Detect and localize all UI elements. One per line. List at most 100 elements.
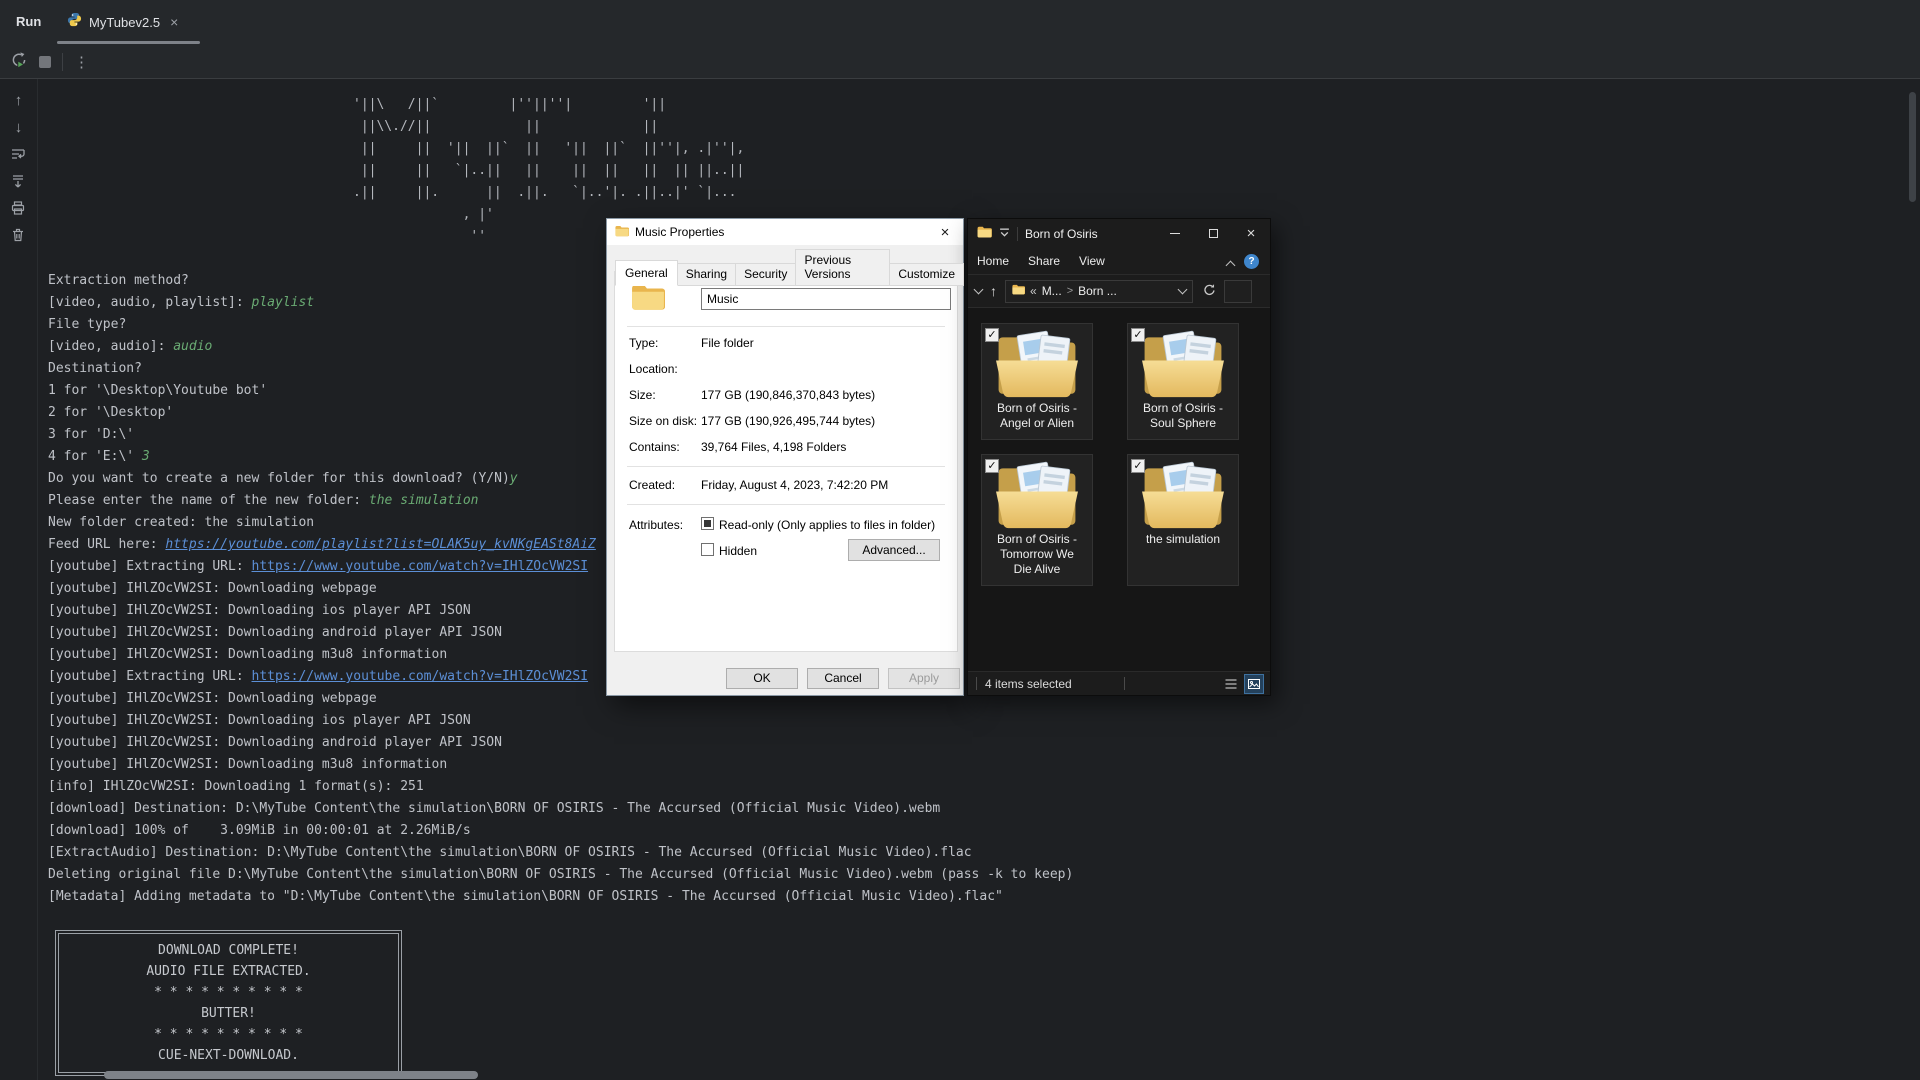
- ribbon-tabs: Home Share View: [977, 254, 1124, 268]
- breadcrumb-root[interactable]: M...: [1042, 284, 1062, 298]
- address-dropdown-icon[interactable]: [1178, 285, 1188, 295]
- dialog-tabs: GeneralSharingSecurityPrevious VersionsC…: [615, 249, 963, 286]
- refresh-icon[interactable]: [1201, 282, 1216, 300]
- console-line: [download] Destination: D:\MyTube Conten…: [48, 798, 1073, 820]
- separator: [627, 466, 945, 467]
- folder-icon: [977, 226, 992, 241]
- ribbon-tab-home[interactable]: Home: [977, 254, 1009, 268]
- property-row: Size:177 GB (190,846,370,843 bytes): [629, 388, 949, 404]
- folder-label: the simulation: [1128, 532, 1238, 547]
- stop-icon[interactable]: [39, 56, 51, 68]
- console-line: [youtube] IHlZOcVW2SI: Downloading m3u8 …: [48, 754, 1073, 776]
- created-label: Created:: [629, 478, 675, 492]
- print-icon[interactable]: [10, 200, 27, 217]
- console-link[interactable]: https://youtube.com/playlist?list=OLAK5u…: [165, 537, 595, 552]
- titlebar-separator: [1017, 227, 1018, 241]
- property-row: Size on disk:177 GB (190,926,495,744 byt…: [629, 414, 949, 430]
- tab-security[interactable]: Security: [735, 263, 796, 286]
- folder-tile[interactable]: ✓Born of Osiris -Tomorrow WeDie Alive: [981, 454, 1093, 586]
- rerun-icon[interactable]: [10, 51, 28, 74]
- advanced-button[interactable]: Advanced...: [848, 539, 940, 561]
- folder-label: Born of Osiris -Soul Sphere: [1128, 401, 1238, 431]
- folder-name-input[interactable]: [701, 288, 951, 310]
- created-value: Friday, August 4, 2023, 7:42:20 PM: [701, 478, 888, 492]
- item-checkbox[interactable]: ✓: [1131, 459, 1145, 473]
- run-tool-window-tab[interactable]: Run: [16, 0, 41, 44]
- console-link[interactable]: https://www.youtube.com/watch?v=IHlZOcVW…: [252, 559, 589, 574]
- ascii-box: DOWNLOAD COMPLETE!AUDIO FILE EXTRACTED.*…: [55, 930, 402, 1076]
- folder-icon: [1012, 284, 1025, 298]
- ribbon-tab-share[interactable]: Share: [1028, 254, 1060, 268]
- horizontal-scrollbar-thumb[interactable]: [104, 1071, 478, 1079]
- attributes-label: Attributes:: [629, 518, 683, 532]
- folder-grid: ✓Born of Osiris -Angel or Alien✓Born of …: [981, 323, 1243, 586]
- ribbon-tab-view[interactable]: View: [1079, 254, 1105, 268]
- item-checkbox[interactable]: ✓: [985, 459, 999, 473]
- console-left-toolbar: ↑ ↓: [0, 79, 38, 1080]
- close-icon[interactable]: ×: [927, 219, 963, 245]
- property-row: Created: Friday, August 4, 2023, 7:42:20…: [629, 478, 949, 494]
- large-icons-view-icon[interactable]: [1244, 674, 1264, 694]
- status-text: 4 items selected: [985, 677, 1072, 691]
- status-separator: [976, 677, 977, 690]
- python-icon: [67, 12, 82, 32]
- cancel-button[interactable]: Cancel: [807, 668, 879, 689]
- address-b ar: ↑ « M... > Born ...: [968, 275, 1270, 308]
- scroll-to-end-icon[interactable]: [10, 173, 27, 190]
- console-line: [download] 100% of 3.09MiB in 00:00:01 a…: [48, 820, 1073, 842]
- explorer-window: Born of Osiris × Home Share View ? ↑ « M..…: [967, 218, 1271, 696]
- dialog-title-bar: Music Properties: [607, 219, 963, 245]
- tab-customize[interactable]: Customize: [889, 263, 964, 286]
- property-row: Contains:39,764 Files, 4,198 Folders: [629, 440, 949, 456]
- close-tab-icon[interactable]: ×: [170, 14, 178, 30]
- status-separator: [1124, 677, 1125, 690]
- console-line: [youtube] IHlZOcVW2SI: Downloading andro…: [48, 732, 1073, 754]
- property-row: Location:: [629, 362, 949, 378]
- ok-button[interactable]: OK: [726, 668, 798, 689]
- tab-previous-versions[interactable]: Previous Versions: [795, 249, 890, 286]
- readonly-checkbox[interactable]: [701, 517, 714, 530]
- console-line: [Metadata] Adding metadata to "D:\MyTube…: [48, 886, 1073, 908]
- console-tab[interactable]: MyTubev2.5 ×: [57, 0, 188, 44]
- hidden-checkbox[interactable]: [701, 543, 714, 556]
- address-box[interactable]: « M... > Born ...: [1005, 280, 1193, 303]
- search-input[interactable]: [1224, 280, 1252, 303]
- minimize-button[interactable]: [1156, 219, 1194, 248]
- item-checkbox[interactable]: ✓: [985, 328, 999, 342]
- tab-general[interactable]: General: [615, 260, 678, 286]
- status-bar: 4 items selected: [968, 671, 1270, 695]
- breadcrumb-separator: >: [1067, 285, 1073, 297]
- details-view-icon[interactable]: [1221, 674, 1241, 694]
- close-button[interactable]: ×: [1232, 219, 1270, 248]
- vertical-scrollbar-thumb[interactable]: [1909, 92, 1916, 202]
- recent-locations-icon[interactable]: [974, 285, 984, 295]
- console-tab-label: MyTubev2.5: [89, 15, 160, 30]
- folder-tile[interactable]: ✓ Born of Osiris -Soul Sphere: [1127, 323, 1239, 440]
- collapse-ribbon-icon[interactable]: [1226, 261, 1236, 271]
- folder-tile[interactable]: ✓ the simulation: [1127, 454, 1239, 586]
- console-line: [youtube] IHlZOcVW2SI: Downloading ios p…: [48, 710, 1073, 732]
- more-options-icon[interactable]: ⋮: [74, 55, 89, 70]
- active-tab-underline: [57, 41, 200, 44]
- separator: [627, 326, 945, 327]
- tab-sharing[interactable]: Sharing: [677, 263, 736, 286]
- console-line: Deleting original file D:\MyTube Content…: [48, 864, 1073, 886]
- breadcrumb-collapse[interactable]: «: [1030, 284, 1037, 298]
- soft-wrap-icon[interactable]: [10, 146, 27, 163]
- up-one-level-icon[interactable]: ↑: [990, 283, 997, 299]
- item-checkbox[interactable]: ✓: [1131, 328, 1145, 342]
- scroll-up-icon[interactable]: ↑: [10, 92, 27, 109]
- clear-all-icon[interactable]: [10, 227, 27, 244]
- explorer-title: Born of Osiris: [1025, 227, 1098, 241]
- maximize-button[interactable]: [1194, 219, 1232, 248]
- quick-access-toolbar-icon[interactable]: [999, 227, 1010, 241]
- scroll-down-icon[interactable]: ↓: [10, 119, 27, 136]
- breadcrumb-current[interactable]: Born ...: [1078, 284, 1117, 298]
- ide-top-bar: Run MyTubev2.5 × ⋮: [0, 0, 1920, 79]
- help-icon[interactable]: ?: [1244, 254, 1259, 269]
- run-toolbar: ⋮: [0, 46, 89, 78]
- console-link[interactable]: https://www.youtube.com/watch?v=IHlZOcVW…: [252, 669, 589, 684]
- ribbon-bar: Home Share View ?: [968, 248, 1270, 275]
- apply-button[interactable]: Apply: [888, 668, 960, 689]
- folder-tile[interactable]: ✓Born of Osiris -Angel or Alien: [981, 323, 1093, 440]
